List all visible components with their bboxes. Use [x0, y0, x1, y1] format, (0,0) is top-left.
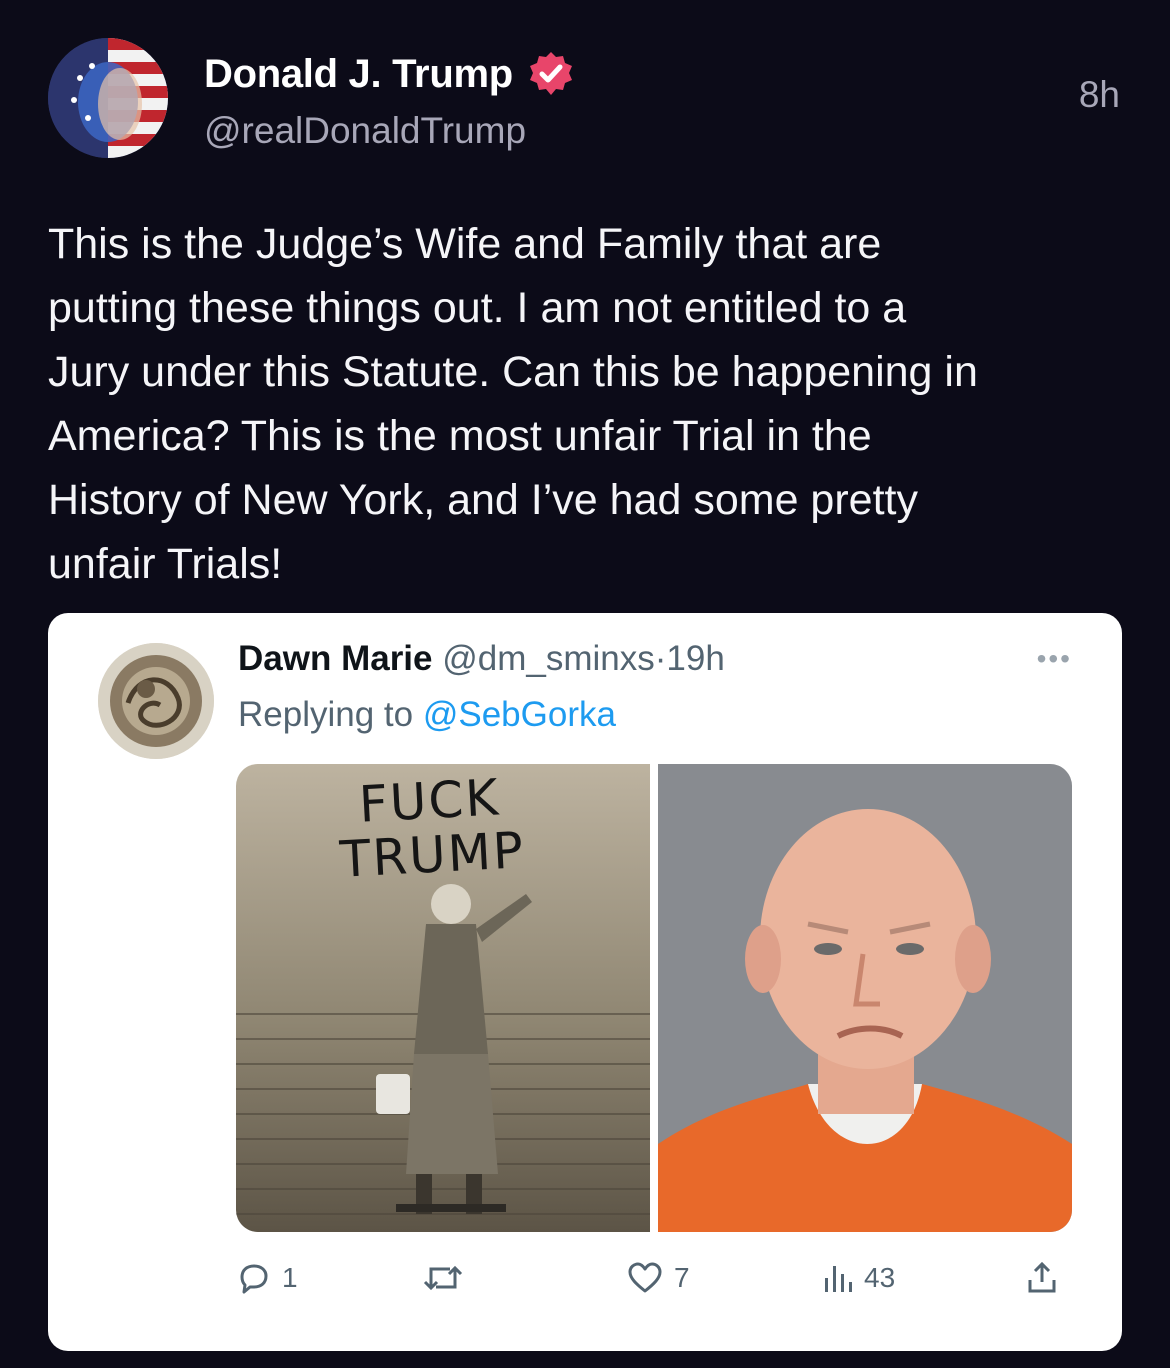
quoted-actions-bar: 1 7 43 [236, 1253, 1072, 1303]
quoted-author-name[interactable]: Dawn Marie [238, 639, 433, 678]
author-avatar[interactable] [48, 38, 168, 158]
views-action[interactable]: 43 [822, 1253, 895, 1303]
replying-to-prefix: Replying to [238, 695, 423, 734]
quoted-media[interactable]: FUCK TRUMP [236, 764, 1072, 1232]
views-count: 43 [864, 1262, 896, 1293]
quoted-author-handle[interactable]: @dm_sminxs [442, 639, 655, 678]
heart-icon [628, 1262, 662, 1293]
share-action[interactable] [1024, 1253, 1060, 1303]
verified-badge-icon [529, 52, 572, 95]
media-image-left[interactable]: FUCK TRUMP [236, 764, 650, 1232]
retweet-icon [423, 1265, 463, 1291]
avatar-image [48, 38, 168, 158]
views-icon [825, 1266, 852, 1292]
separator-dot: · [654, 639, 667, 678]
reply-icon [240, 1264, 268, 1294]
mugshot-photo [658, 764, 1072, 1232]
quoted-post-card[interactable]: Dawn Marie @dm_sminxs·19h ••• Replying t… [48, 613, 1122, 1351]
reply-action[interactable]: 1 [236, 1253, 298, 1303]
like-count: 7 [674, 1262, 690, 1293]
replying-to-line: Replying to @SebGorka [238, 693, 616, 737]
share-icon [1028, 1261, 1056, 1293]
post-timestamp[interactable]: 8h [1079, 74, 1120, 116]
quoted-timestamp[interactable]: 19h [666, 639, 724, 678]
media-image-right[interactable] [658, 764, 1072, 1232]
graffiti-line-2: TRUMP [338, 821, 527, 889]
post-text: This is the Judge’s Wife and Family that… [48, 220, 978, 588]
retweet-action[interactable] [422, 1253, 474, 1303]
like-action[interactable]: 7 [626, 1253, 690, 1303]
author-name[interactable]: Donald J. Trump [204, 52, 513, 97]
graffiti-text: FUCK TRUMP [303, 768, 558, 889]
replying-to-link[interactable]: @SebGorka [423, 695, 616, 734]
more-icon[interactable]: ••• [1037, 643, 1072, 675]
quoted-header: Dawn Marie @dm_sminxs·19h [238, 637, 725, 681]
author-handle[interactable]: @realDonaldTrump [204, 110, 526, 152]
reply-count: 1 [282, 1262, 298, 1293]
avatar-image [98, 643, 214, 759]
quoted-author-avatar[interactable] [98, 643, 214, 759]
author-name-row: Donald J. Trump [204, 46, 575, 102]
